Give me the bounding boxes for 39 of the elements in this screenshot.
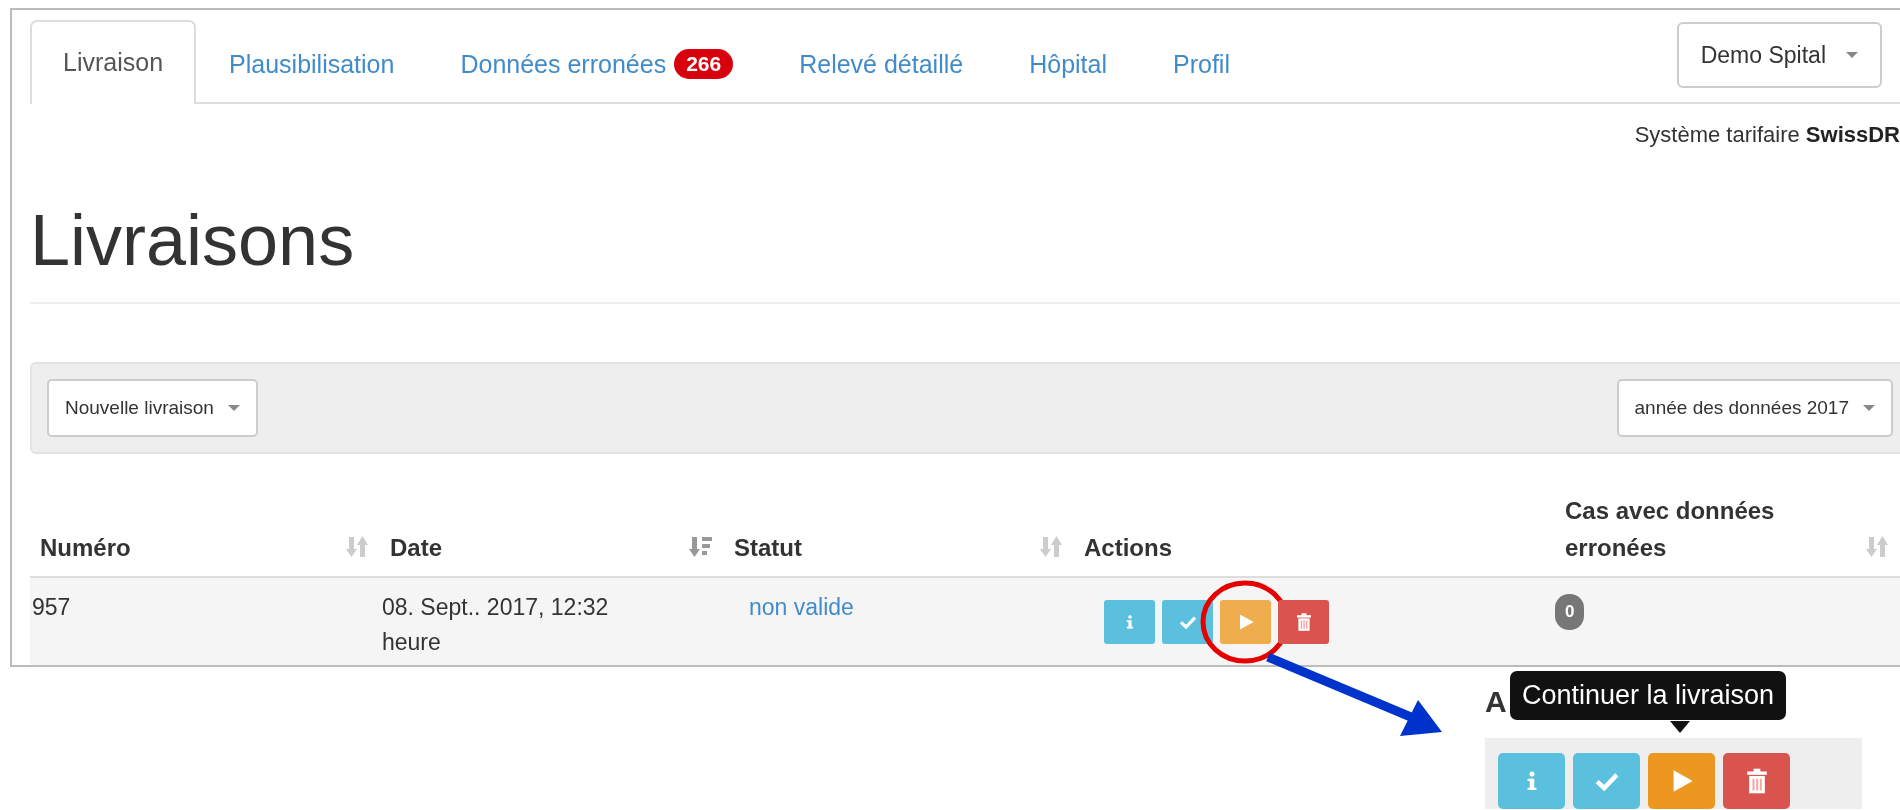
tariff-system-text: Système tarifaire SwissDR: [1634, 122, 1900, 147]
column-header: Statut: [734, 532, 802, 563]
continue-button[interactable]: [1648, 753, 1715, 809]
column-header: Actions: [1084, 532, 1172, 563]
tab[interactable]: Données erronées 266: [427, 22, 767, 104]
continue-button[interactable]: [1220, 600, 1271, 644]
hospital-dropdown[interactable]: Demo Spital: [1676, 22, 1882, 88]
delivery-number: 957: [32, 594, 71, 620]
delete-button[interactable]: [1723, 753, 1790, 809]
count-badge: 0: [1555, 594, 1585, 630]
column-header: Numéro: [40, 532, 131, 563]
column-header: Date: [390, 532, 443, 563]
delete-button[interactable]: [1278, 600, 1329, 644]
info-button[interactable]: [1104, 600, 1155, 644]
sort-icon[interactable]: [1040, 535, 1062, 558]
count-badge: 266: [674, 49, 734, 79]
sort-descending-icon[interactable]: [689, 535, 712, 558]
tooltip: Continuer la livraison: [1510, 671, 1787, 720]
tab[interactable]: Profil: [1140, 22, 1263, 104]
new-delivery-button[interactable]: Nouvelle livraison: [47, 379, 258, 437]
page-title: Livraisons: [30, 200, 356, 280]
caret-icon: [1846, 52, 1858, 58]
sort-icon[interactable]: [346, 535, 368, 558]
data-year-dropdown[interactable]: année des données 2017: [1616, 379, 1893, 437]
sort-icon[interactable]: [1866, 535, 1888, 558]
caret-icon: [1863, 405, 1875, 411]
tab[interactable]: Plausibilisation: [196, 22, 428, 104]
info-button[interactable]: [1498, 753, 1565, 809]
tab[interactable]: Hôpital: [996, 22, 1140, 104]
column-header: Cas avec données erronées: [1565, 495, 1776, 563]
column-header: A: [1485, 685, 1508, 719]
tab[interactable]: Relevé détaillé: [766, 22, 997, 104]
validate-button[interactable]: [1162, 600, 1213, 644]
tooltip-pointer: [1670, 721, 1690, 733]
status-link[interactable]: non valide: [749, 594, 854, 620]
delivery-date: 08. Sept.. 2017, 12:32 heure: [382, 593, 610, 657]
validate-button[interactable]: [1573, 753, 1640, 809]
tab[interactable]: Livraison: [30, 20, 197, 104]
caret-icon: [227, 405, 240, 411]
